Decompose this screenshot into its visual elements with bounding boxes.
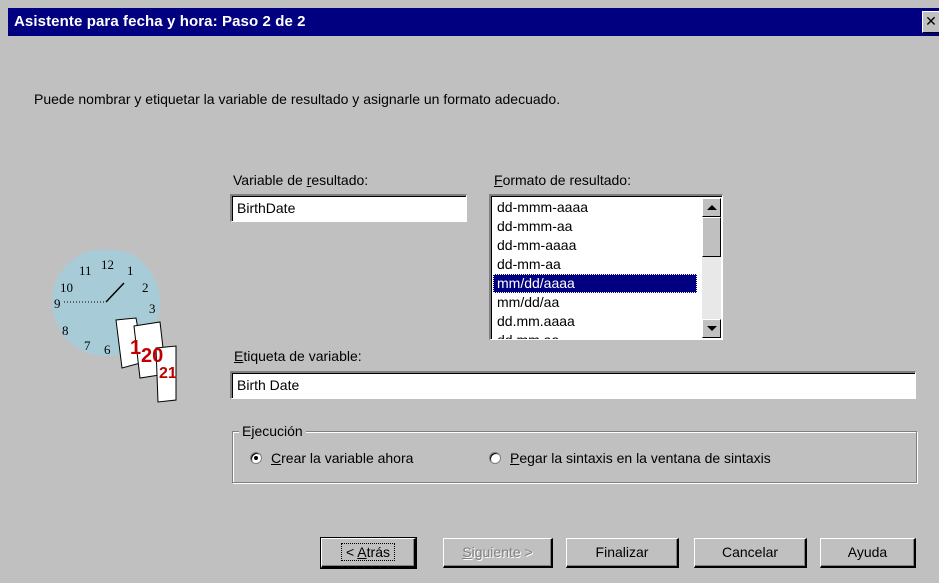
- radio-create-variable[interactable]: Crear la variable ahora: [250, 450, 413, 466]
- format-option[interactable]: dd-mmm-aa: [493, 217, 697, 236]
- variable-label-label: Etiqueta de variable:: [234, 348, 362, 364]
- clock-number: 8: [62, 323, 69, 338]
- clock-number: 11: [79, 263, 92, 278]
- variable-label-input[interactable]: Birth Date: [230, 371, 916, 399]
- format-option[interactable]: dd-mm-aaaa: [493, 236, 697, 255]
- clock-number: 2: [142, 280, 149, 295]
- svg-text:20: 20: [141, 345, 163, 367]
- format-option[interactable]: dd.mm.aa: [493, 331, 697, 339]
- clock-number: 10: [60, 280, 73, 295]
- scroll-down-button[interactable]: [702, 319, 721, 338]
- back-button[interactable]: < Atrás: [320, 537, 417, 569]
- radio-button[interactable]: [489, 452, 501, 464]
- radio-label: Crear la variable ahora: [271, 450, 414, 466]
- intro-text: Puede nombrar y etiquetar la variable de…: [34, 91, 561, 107]
- execution-legend: Ejecución: [239, 423, 306, 439]
- help-button[interactable]: Ayuda: [820, 538, 916, 568]
- format-option-selected[interactable]: mm/dd/aaaa: [493, 274, 697, 293]
- clock-number: 1: [127, 263, 134, 278]
- window-title: Asistente para fecha y hora: Paso 2 de 2: [14, 13, 306, 30]
- clock-number: 7: [84, 338, 91, 353]
- clock-number: 12: [101, 257, 114, 272]
- result-variable-label: Variable de resultado:: [233, 172, 369, 188]
- svg-text:21: 21: [159, 365, 177, 382]
- title-bar: Asistente para fecha y hora: Paso 2 de 2…: [8, 8, 939, 36]
- finish-button[interactable]: Finalizar: [566, 538, 679, 568]
- arrow-down-icon: [707, 326, 717, 331]
- result-format-listbox[interactable]: dd-mmm-aaaa dd-mmm-aa dd-mm-aaaa dd-mm-a…: [489, 194, 723, 340]
- clock-calendar-icon: 12 1 2 3 11 10 9 8 7 6 1 20 21: [52, 250, 177, 403]
- format-options: dd-mmm-aaaa dd-mmm-aa dd-mm-aaaa dd-mm-a…: [493, 198, 697, 339]
- format-option[interactable]: dd-mmm-aaaa: [493, 198, 697, 217]
- format-option[interactable]: mm/dd/aa: [493, 293, 697, 312]
- svg-text:1: 1: [130, 337, 141, 359]
- format-option[interactable]: dd.mm.aaaa: [493, 312, 697, 331]
- clock-number: 6: [104, 342, 111, 357]
- date-time-wizard-dialog: Asistente para fecha y hora: Paso 2 de 2…: [0, 0, 939, 583]
- cancel-button[interactable]: Cancelar: [694, 538, 807, 568]
- close-icon[interactable]: ✕: [922, 11, 939, 33]
- clock-number: 9: [54, 296, 61, 311]
- result-format-label: Formato de resultado:: [494, 172, 631, 188]
- calendar-pages: 1 20 21: [115, 317, 177, 403]
- radio-label: Pegar la sintaxis en la ventana de sinta…: [510, 450, 771, 466]
- format-option[interactable]: dd-mm-aa: [493, 255, 697, 274]
- radio-paste-syntax[interactable]: Pegar la sintaxis en la ventana de sinta…: [489, 450, 771, 466]
- scroll-up-button[interactable]: [702, 198, 721, 217]
- next-button[interactable]: Siguiente >: [443, 538, 553, 568]
- radio-button[interactable]: [250, 452, 262, 464]
- listbox-scrollbar[interactable]: [702, 198, 721, 338]
- result-variable-input[interactable]: BirthDate: [230, 194, 467, 222]
- clock-number: 3: [149, 301, 156, 316]
- arrow-up-icon: [707, 205, 717, 210]
- scroll-thumb[interactable]: [702, 217, 721, 257]
